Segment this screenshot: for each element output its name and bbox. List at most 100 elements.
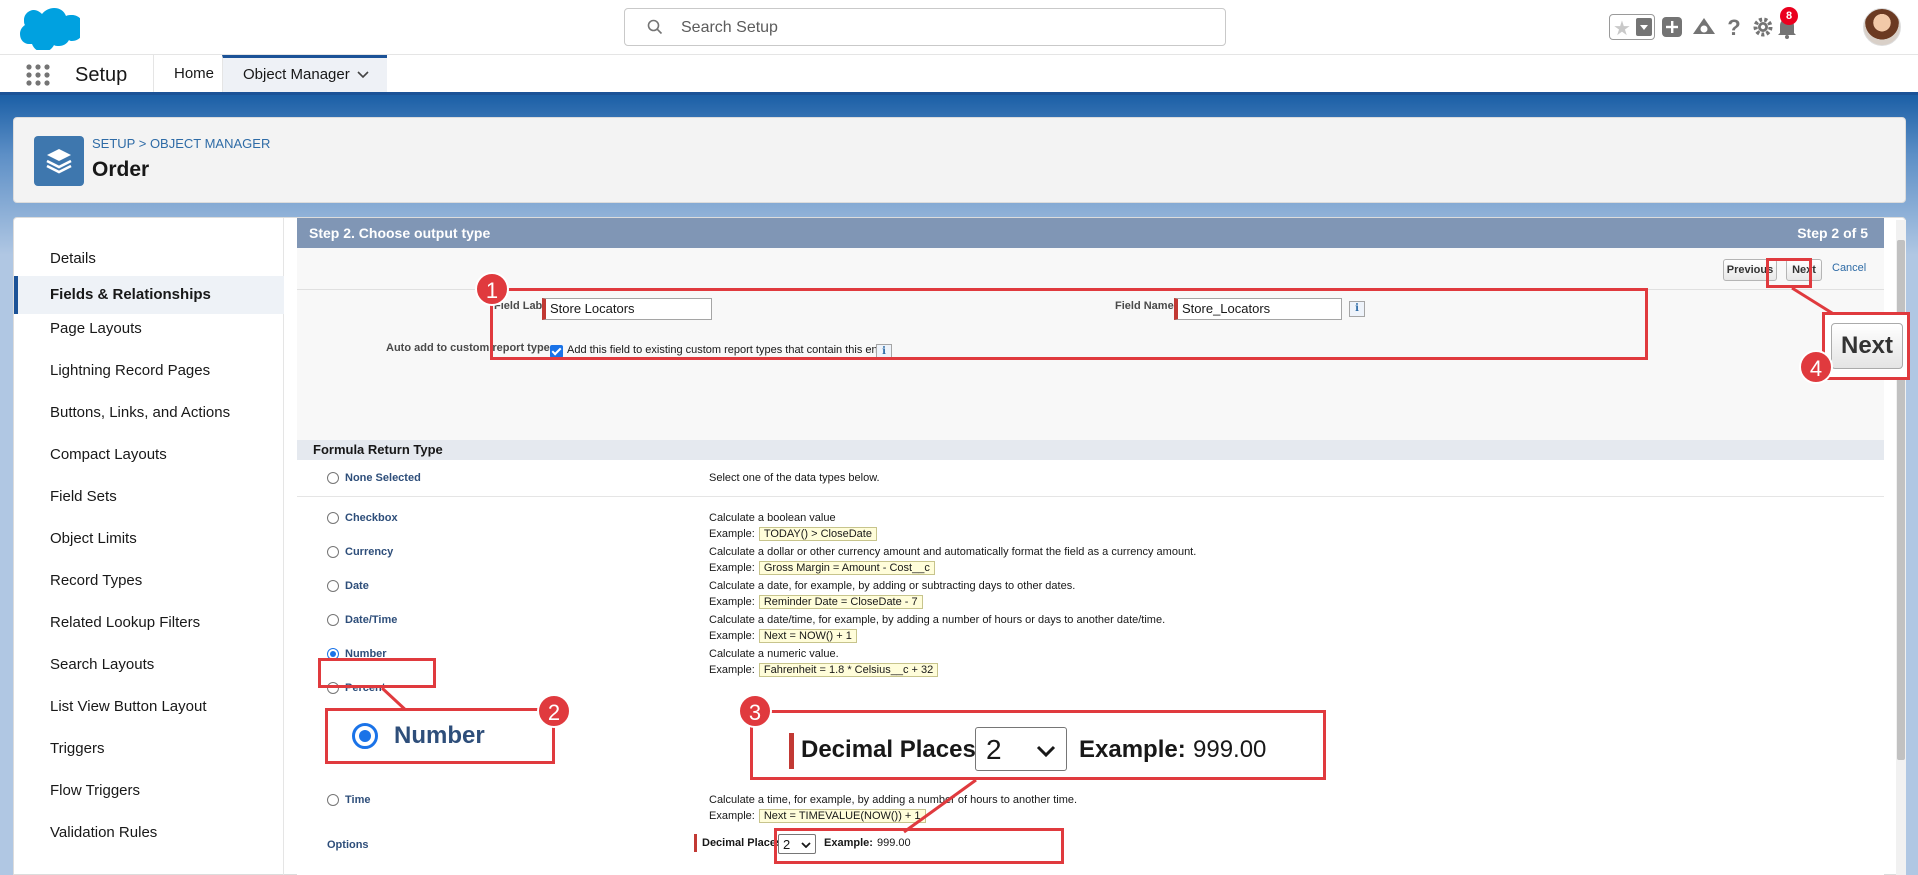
example-prefix: Example: xyxy=(709,596,755,608)
divider xyxy=(297,496,1884,497)
step-title: Step 2. Choose output type xyxy=(309,225,491,241)
formula-example: Example: Gross Margin = Amount - Cost__c xyxy=(709,561,935,575)
sidebar-item-label: Details xyxy=(50,250,96,267)
zoom-next-button: Next xyxy=(1822,312,1910,380)
object-page-header: SETUP > OBJECT MANAGER Order xyxy=(13,117,1906,203)
salesforce-logo[interactable] xyxy=(16,6,80,50)
options-label: Options xyxy=(327,839,369,851)
sidebar-item-label: Triggers xyxy=(50,740,105,757)
breadcrumb-setup[interactable]: SETUP xyxy=(92,136,135,151)
formula-example: Example: TODAY() > CloseDate xyxy=(709,527,877,541)
example-code: Reminder Date = CloseDate - 7 xyxy=(758,595,923,609)
app-name: Setup xyxy=(75,64,128,86)
setup-gear-icon[interactable] xyxy=(1750,14,1776,40)
sidebar-item-label: Validation Rules xyxy=(50,824,158,841)
sidebar-item-search-layouts[interactable]: Search Layouts xyxy=(14,646,284,684)
sidebar-item-label: Object Limits xyxy=(50,530,137,547)
sidebar-item-validation-rules[interactable]: Validation Rules xyxy=(14,814,284,852)
sidebar-item-list-view-button-layout[interactable]: List View Button Layout xyxy=(14,688,284,726)
sidebar-item-compact-layouts[interactable]: Compact Layouts xyxy=(14,436,284,474)
formula-example: Example: Reminder Date = CloseDate - 7 xyxy=(709,595,923,609)
callout-number-2: 2 xyxy=(537,694,571,728)
sidebar-item-buttons-links-actions[interactable]: Buttons, Links, and Actions xyxy=(14,394,284,432)
favorites-button[interactable]: ★ xyxy=(1609,14,1655,40)
sidebar-item-field-sets[interactable]: Field Sets xyxy=(14,478,284,516)
callout-box-next-button xyxy=(1766,258,1812,288)
breadcrumb-object-manager[interactable]: OBJECT MANAGER xyxy=(150,136,270,151)
tab-label: Object Manager xyxy=(243,66,350,83)
sidebar-item-object-limits[interactable]: Object Limits xyxy=(14,520,284,558)
example-prefix: Example: xyxy=(709,810,755,822)
zoom-radio-selected-icon xyxy=(352,723,378,749)
app-launcher-icon[interactable] xyxy=(25,63,51,87)
zoom-example-label: Example: xyxy=(1079,736,1186,763)
tab-home[interactable]: Home xyxy=(153,55,223,92)
callout-box-number-radio xyxy=(318,658,436,688)
search-icon xyxy=(647,19,663,35)
sidebar-item-label: Field Sets xyxy=(50,488,117,505)
example-code: Next = NOW() + 1 xyxy=(758,629,857,643)
sidebar-item-label: Buttons, Links, and Actions xyxy=(50,404,231,421)
search-box[interactable]: Search Setup xyxy=(624,8,1226,46)
callout-number-3: 3 xyxy=(738,694,772,728)
formula-type-desc: Calculate a date, for example, by adding… xyxy=(709,580,1076,592)
step-header: Step 2. Choose output type Step 2 of 5 xyxy=(297,218,1884,248)
global-actions-icon[interactable] xyxy=(1659,14,1685,40)
zoom-number-label: Number xyxy=(394,722,485,749)
object-sidebar: Details Fields & Relationships Page Layo… xyxy=(14,218,284,875)
formula-type-desc: Calculate a numeric value. xyxy=(709,648,839,660)
sidebar-item-lightning-record-pages[interactable]: Lightning Record Pages xyxy=(14,352,284,390)
notification-badge: 8 xyxy=(1780,7,1798,25)
step-progress: Step 2 of 5 xyxy=(1797,225,1868,241)
radio-currency[interactable] xyxy=(327,546,339,558)
sidebar-item-label: Compact Layouts xyxy=(50,446,167,463)
formula-example: Example: Fahrenheit = 1.8 * Celsius__c + … xyxy=(709,663,939,677)
favorites-dropdown-icon[interactable] xyxy=(1636,18,1652,36)
sidebar-item-label: Lightning Record Pages xyxy=(50,362,211,379)
cancel-link[interactable]: Cancel xyxy=(1832,262,1866,274)
radio-none-selected[interactable] xyxy=(327,472,339,484)
context-bar: Setup Home Object Manager xyxy=(0,55,1918,95)
formula-type-desc: Calculate a date/time, for example, by a… xyxy=(709,614,1166,626)
callout-number-1: 1 xyxy=(475,272,509,306)
sidebar-item-label: Flow Triggers xyxy=(50,782,141,799)
sidebar-item-page-layouts[interactable]: Page Layouts xyxy=(14,310,284,348)
radio-date-time[interactable] xyxy=(327,614,339,626)
radio-time[interactable] xyxy=(327,794,339,806)
sidebar-item-label: Record Types xyxy=(50,572,143,589)
sidebar-item-details[interactable]: Details xyxy=(14,240,284,278)
example-prefix: Example: xyxy=(709,562,755,574)
sidebar-item-triggers[interactable]: Triggers xyxy=(14,730,284,768)
formula-type-label: Time xyxy=(345,794,371,806)
tab-object-manager[interactable]: Object Manager xyxy=(222,55,387,92)
sidebar-item-label: Page Layouts xyxy=(50,320,142,337)
help-icon[interactable]: ? xyxy=(1721,14,1747,40)
decimal-places-label: Decimal Places xyxy=(702,837,783,849)
object-layers-icon xyxy=(34,136,84,186)
formula-example: Example: Next = NOW() + 1 xyxy=(709,629,857,643)
trailhead-icon[interactable] xyxy=(1691,14,1717,40)
formula-type-desc: Select one of the data types below. xyxy=(709,472,880,484)
sidebar-item-flow-triggers[interactable]: Flow Triggers xyxy=(14,772,284,810)
callout-box-field-labels xyxy=(490,288,1648,360)
sidebar-item-fields-relationships[interactable]: Fields & Relationships xyxy=(14,276,284,314)
chevron-down-icon xyxy=(1036,745,1056,757)
header-utility-icons: ★ ? 8 xyxy=(1598,0,1918,55)
formula-type-desc: Calculate a boolean value xyxy=(709,512,836,524)
sidebar-item-label: List View Button Layout xyxy=(50,698,207,715)
sidebar-item-label: Search Layouts xyxy=(50,656,155,673)
formula-type-desc: Calculate a time, for example, by adding… xyxy=(709,794,1078,806)
user-avatar[interactable] xyxy=(1863,8,1901,46)
radio-date[interactable] xyxy=(327,580,339,592)
sidebar-item-record-types[interactable]: Record Types xyxy=(14,562,284,600)
formula-type-label: Checkbox xyxy=(345,512,398,524)
sidebar-item-related-lookup-filters[interactable]: Related Lookup Filters xyxy=(14,604,284,642)
chevron-down-icon[interactable] xyxy=(357,71,369,79)
callout-box-decimal-places xyxy=(774,828,1064,864)
sidebar-item-label: Fields & Relationships xyxy=(50,286,211,303)
formula-example: Example: Next = TIMEVALUE(NOW()) + 1 xyxy=(709,809,926,823)
breadcrumb: SETUP > OBJECT MANAGER xyxy=(92,136,270,151)
radio-checkbox[interactable] xyxy=(327,512,339,524)
zoom-next-label: Next xyxy=(1831,323,1903,369)
example-code: Fahrenheit = 1.8 * Celsius__c + 32 xyxy=(758,663,939,677)
